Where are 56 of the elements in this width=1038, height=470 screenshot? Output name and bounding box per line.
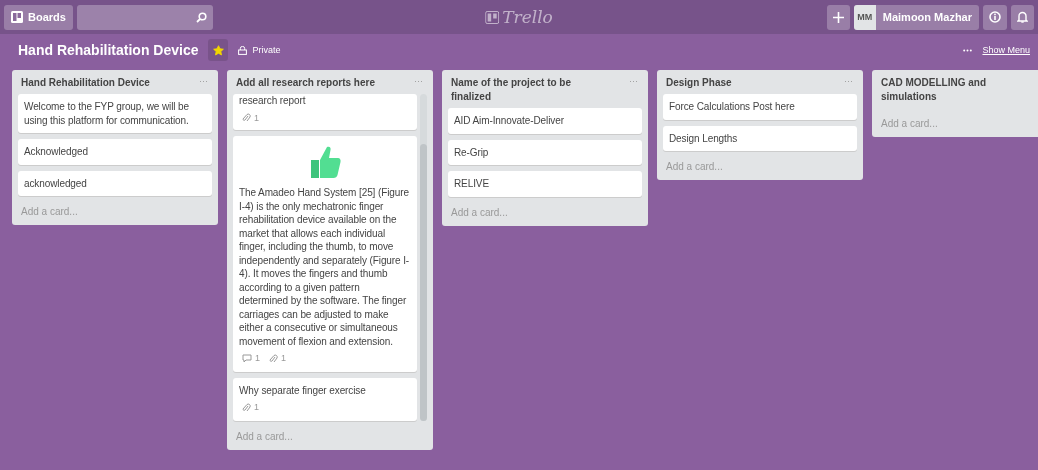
card-text: Design Lengths xyxy=(669,131,739,145)
card[interactable]: acknowledged xyxy=(18,170,212,196)
info-button[interactable] xyxy=(983,4,1007,30)
card[interactable]: RELIVE xyxy=(448,171,642,197)
card-text: The Amadeo Hand System [25] (Figure I-4) is the only mechatronic finger rehabilitation device available on the market that allows each individual finger, including the thumb, to move independently and separately (Figure I-4). It moves the fingers and thumb according to a given pattern determined by the software. The finger carriages can be adjusted to make either a consecutive or simultaneous movement of flexion and extension. xyxy=(239,186,411,348)
badge-count: 1 xyxy=(254,111,259,125)
paperclip-icon xyxy=(268,353,278,364)
bell-icon xyxy=(1017,11,1028,23)
user-button[interactable]: MM Maimoon Mazhar xyxy=(853,4,979,30)
scrollbar[interactable] xyxy=(420,94,427,421)
card-text: AID Aim-Innovate-Deliver xyxy=(454,114,565,128)
badge-count: 1 xyxy=(255,352,260,365)
search-icon xyxy=(195,11,207,23)
plus-icon xyxy=(832,11,844,23)
visibility-label[interactable]: Private xyxy=(252,45,281,55)
card-text: Force Calculations Post here xyxy=(669,100,796,114)
paperclip-icon xyxy=(242,402,251,413)
boards-icon xyxy=(11,11,23,23)
card-text: Welcome to the FYP group, we will be using this platform for communication. xyxy=(24,100,190,127)
show-menu-link[interactable]: Show Menu xyxy=(982,45,1030,55)
list-title[interactable]: Hand Rehabilitation Device xyxy=(21,76,181,90)
logo-icon xyxy=(485,10,500,24)
card[interactable]: Welcome to the FYP group, we will be using this platform for communication. xyxy=(18,94,212,133)
avatar-initials: MM xyxy=(853,4,876,30)
card[interactable]: Force Calculations Post here xyxy=(663,94,857,120)
board-title[interactable]: Hand Rehabilitation Device xyxy=(18,42,199,58)
list-title[interactable]: Add all research reports here xyxy=(236,76,396,90)
list-title[interactable]: Design Phase xyxy=(666,76,826,90)
lock-icon xyxy=(238,45,248,55)
boards-button[interactable]: Boards xyxy=(4,4,73,30)
card-text: Re-Grip xyxy=(454,145,490,159)
star-button[interactable] xyxy=(208,39,229,61)
comment-icon xyxy=(242,354,252,364)
card[interactable]: Re-Grip xyxy=(448,139,642,165)
card[interactable]: AID Aim-Innovate-Deliver xyxy=(448,108,642,134)
list-title[interactable]: Name of the project to be finalized xyxy=(451,76,611,104)
notifications-button[interactable] xyxy=(1011,4,1034,30)
more-icon xyxy=(963,48,973,52)
card[interactable]: Design Lengths xyxy=(663,125,857,151)
list-title[interactable]: CAD MODELLING and simulations xyxy=(881,76,1038,104)
badge-count: 1 xyxy=(254,401,259,414)
card-text: Acknowledged xyxy=(24,145,89,159)
search-field[interactable] xyxy=(76,4,213,30)
card-text: research report xyxy=(239,94,307,108)
info-icon xyxy=(989,11,1001,23)
add-button[interactable] xyxy=(826,4,850,30)
card[interactable] xyxy=(233,136,417,372)
card[interactable]: Acknowledged xyxy=(18,139,212,165)
card[interactable]: research report 1 xyxy=(233,94,417,130)
card[interactable]: Why separate finger exercise 1 xyxy=(233,377,417,421)
card-text: RELIVE xyxy=(454,177,490,191)
badge-count: 1 xyxy=(280,352,286,365)
card-text: acknowledged xyxy=(24,176,88,190)
card-text: Why separate finger exercise xyxy=(239,383,367,397)
paperclip-icon xyxy=(242,113,251,124)
star-icon xyxy=(213,44,224,56)
